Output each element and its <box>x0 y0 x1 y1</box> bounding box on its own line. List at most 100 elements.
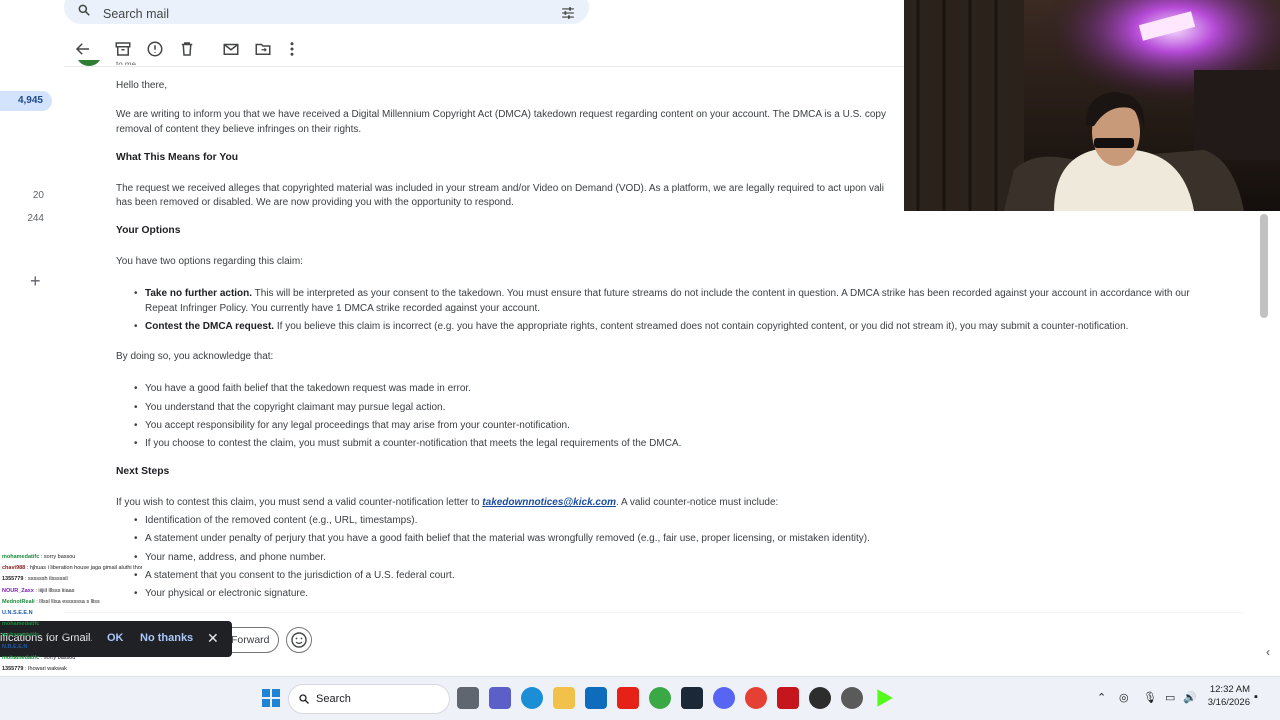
network-icon[interactable]: ▭ <box>1165 691 1175 704</box>
mark-unread-icon[interactable] <box>222 40 240 58</box>
search-options-icon[interactable] <box>561 6 575 20</box>
chevron-left-icon[interactable]: ‹ <box>1266 645 1270 659</box>
chat-username: 1355779 <box>2 576 24 583</box>
chat-message: N.B.E.E.N <box>2 642 142 653</box>
outlook-icon[interactable] <box>585 687 607 709</box>
report-spam-icon[interactable] <box>146 40 164 58</box>
edge-icon[interactable] <box>521 687 543 709</box>
paragraph: We are writing to inform you that we hav… <box>116 109 886 120</box>
more-options-icon[interactable] <box>283 40 301 58</box>
chat-text: : hjhuas i liberation house jaga gimail … <box>26 565 142 572</box>
microphone-icon[interactable]: 🎙 <box>1143 691 1157 704</box>
option-text: If you believe this claim is incorrect (… <box>274 321 1129 332</box>
chat-message: chavi988 : hjhuas i liberation house jag… <box>2 563 142 574</box>
system-clock[interactable]: 12:32 AM 3/16/2026 <box>1204 683 1250 709</box>
chat-text: : sorry bassou <box>39 654 76 661</box>
message-toolbar <box>64 38 904 60</box>
chat-text: : iiijiil lllsss iiiaas <box>33 587 75 594</box>
list-item: Take no further action. This will be int… <box>134 286 1225 301</box>
move-to-icon[interactable] <box>254 40 272 58</box>
chat-text: : ssssssh ilsssssil <box>23 576 68 583</box>
option-title: Contest the DMCA request. <box>145 321 275 332</box>
taskbar-search[interactable]: Search <box>288 684 450 714</box>
chat-text: : sorry bassou <box>39 632 76 639</box>
steam-icon[interactable] <box>681 687 703 709</box>
option-title: Take no further action. <box>145 288 253 299</box>
inbox-count-badge[interactable]: 4,945 <box>0 91 52 111</box>
volume-icon[interactable]: 🔊 <box>1183 691 1197 704</box>
search-input[interactable]: Search mail <box>103 7 169 21</box>
no-thanks-button[interactable]: No thanks <box>140 632 193 644</box>
back-arrow-icon[interactable] <box>74 40 92 58</box>
notification-icon[interactable]: ▪ <box>1254 691 1258 703</box>
folder-count[interactable]: 244 <box>0 213 44 224</box>
chat-username: mohamedatifc <box>2 632 40 639</box>
emoji-reaction-button[interactable] <box>286 627 312 653</box>
delete-icon[interactable] <box>178 40 196 58</box>
paragraph: has been removed or disabled. We are now… <box>116 197 514 208</box>
chevron-up-icon[interactable]: ⌃ <box>1097 691 1106 704</box>
chat-username: mohamedatifc <box>2 621 40 628</box>
clock-time: 12:32 AM <box>1209 684 1250 695</box>
chat-username: NOUR_Zaxx <box>2 587 34 594</box>
app-icon[interactable] <box>809 687 831 709</box>
paragraph: The request we received alleges that cop… <box>116 183 884 194</box>
reply-divider <box>64 612 1244 613</box>
teams-icon[interactable] <box>489 687 511 709</box>
scrollbar-thumb[interactable] <box>1260 214 1268 318</box>
list-item: You understand that the copyright claima… <box>134 400 445 415</box>
search-bar[interactable]: Search mail <box>64 0 589 24</box>
list-item: Your physical or electronic signature. <box>134 586 308 601</box>
windows-start-icon[interactable] <box>260 687 282 709</box>
folder-count[interactable]: 20 <box>0 190 44 201</box>
app-tray-icon[interactable]: ◎ <box>1119 691 1129 704</box>
list-item: Your name, address, and phone number. <box>134 550 326 565</box>
archive-icon[interactable] <box>114 40 132 58</box>
mcafee-icon[interactable] <box>777 687 799 709</box>
list-item: You accept responsibility for any legal … <box>134 418 570 433</box>
youtube-icon[interactable] <box>617 687 639 709</box>
email-link[interactable]: takedownnotices@kick.com <box>482 497 616 508</box>
list-item: If you choose to contest the claim, you … <box>134 436 681 451</box>
list-item: A statement that you consent to the juri… <box>134 568 455 583</box>
chat-username: 1355779 <box>2 665 24 672</box>
greeting: Hello there, <box>116 80 168 91</box>
windows-taskbar: Search ⌃ ◎ 🎙 ▭ 🔊 12:32 AM 3/16/2026 ▪ <box>0 676 1280 720</box>
list-item: You have a good faith belief that the ta… <box>134 381 471 396</box>
paragraph: If you wish to contest this claim, you m… <box>116 495 778 510</box>
chat-username: chavi988 <box>2 565 26 572</box>
chrome-icon[interactable] <box>745 687 767 709</box>
search-icon[interactable] <box>77 3 91 17</box>
chat-message: NOUR_Zaxx : iiijiil lllsss iiiaas <box>2 586 142 597</box>
chatgpt-icon[interactable] <box>841 687 863 709</box>
paragraph: By doing so, you acknowledge that: <box>116 351 274 362</box>
chat-message: 1355779 : ssssssh ilsssssil <box>2 574 142 585</box>
paragraph-text: . A valid counter-notice must include: <box>615 497 779 508</box>
paragraph: removal of content they believe infringe… <box>116 124 362 135</box>
discord-icon[interactable] <box>713 687 735 709</box>
task-view-icon[interactable] <box>457 687 479 709</box>
chat-username: mohamedatifc <box>2 654 40 661</box>
chat-message: mohamedatifc : sorry bassou <box>2 552 142 563</box>
add-label-icon[interactable]: + <box>30 271 41 292</box>
paragraph: You have two options regarding this clai… <box>116 256 303 267</box>
recipient-line[interactable]: to me <box>116 60 136 65</box>
list-item: Identification of the removed content (e… <box>134 513 417 528</box>
chat-text: : sorry bassou <box>39 621 76 628</box>
search-icon <box>299 694 309 704</box>
chat-message: MednotReali : lllssl llisa essssssa s ll… <box>2 597 142 608</box>
chat-username: N.B.E.E.N <box>2 643 28 650</box>
kick-icon[interactable] <box>877 689 893 707</box>
paragraph-text: If you wish to contest this claim, you m… <box>116 497 483 508</box>
close-icon[interactable]: ✕ <box>207 630 219 647</box>
list-item: A statement under penalty of perjury tha… <box>134 531 870 546</box>
chat-text: : lllssl llisa essssssa s lliss <box>34 598 100 605</box>
option-text: Repeat Infringer Policy. You currently h… <box>145 303 541 314</box>
app-icon[interactable] <box>649 687 671 709</box>
chat-message: mohamedatifc : sorry bassou <box>2 619 142 630</box>
list-item: Contest the DMCA request. If you believe… <box>134 319 1225 334</box>
chat-message: U.N.S.E.E.N <box>2 608 142 619</box>
chat-message: mohamedatifc : sorry bassou <box>2 653 142 664</box>
section-heading: Your Options <box>116 225 181 236</box>
file-explorer-icon[interactable] <box>553 687 575 709</box>
